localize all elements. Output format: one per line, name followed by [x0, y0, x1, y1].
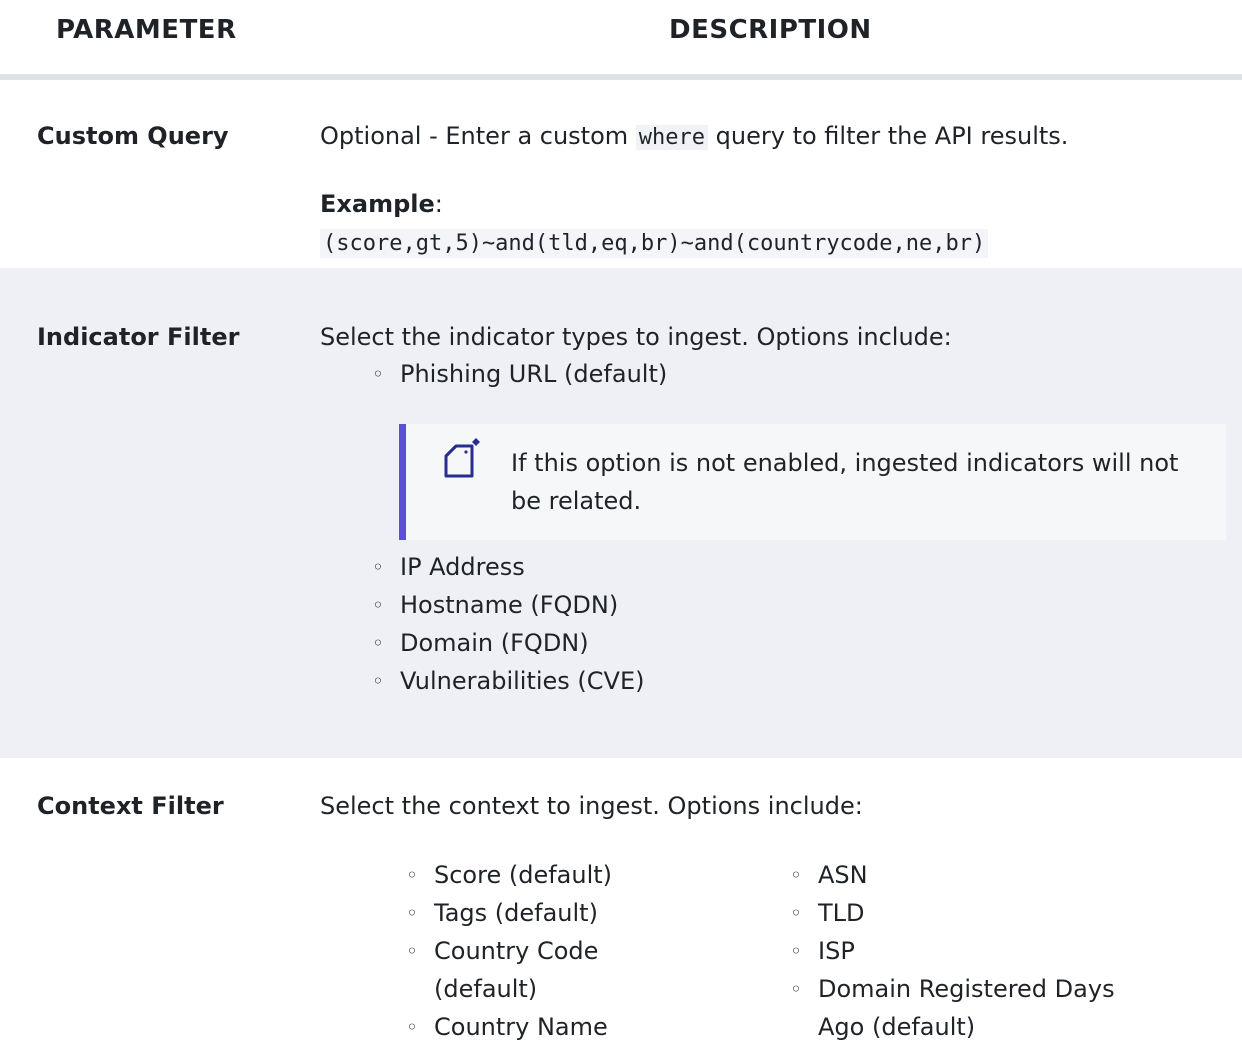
example-label: Example	[320, 190, 435, 218]
options-list-col1: Score (default) Tags (default) Country C…	[406, 856, 706, 1046]
list-item: Score (default)	[406, 856, 706, 894]
list-item: Phishing URL (default)	[372, 355, 667, 393]
list-item: ISP	[790, 932, 1170, 970]
colon: :	[434, 190, 443, 218]
list-item: Domain (FQDN)	[372, 624, 645, 662]
table-row-custom-query: Custom Query Optional - Enter a custom w…	[0, 80, 1242, 268]
table-row-context-filter: Context Filter Select the context to ing…	[0, 758, 1242, 1046]
example-code: (score,gt,5)~and(tld,eq,br)~and(countryc…	[320, 229, 989, 258]
desc-text: query to filter the API results.	[715, 122, 1069, 150]
note-icon	[444, 438, 480, 478]
note-text: If this option is not enabled, ingested …	[511, 449, 1179, 515]
example-code-line: (score,gt,5)~and(tld,eq,br)~and(countryc…	[320, 228, 989, 258]
note-callout: If this option is not enabled, ingested …	[399, 424, 1226, 540]
parameters-table: PARAMETER DESCRIPTION Custom Query Optio…	[0, 0, 1242, 1046]
list-item: TLD	[790, 894, 1170, 932]
param-name: Custom Query	[37, 122, 229, 150]
param-name: Indicator Filter	[37, 323, 240, 351]
desc-text: Optional - Enter a custom	[320, 122, 629, 150]
example-block: Example:	[320, 190, 443, 218]
param-name: Context Filter	[37, 792, 224, 820]
list-item: Hostname (FQDN)	[372, 586, 645, 624]
table-header: PARAMETER DESCRIPTION	[0, 0, 1242, 80]
list-item: Country Name	[406, 1008, 706, 1046]
list-item: IP Address	[372, 548, 645, 586]
list-item: ASN	[790, 856, 1170, 894]
options-list: Phishing URL (default)	[372, 355, 667, 393]
options-list-col2: ASN TLD ISP Domain Registered Days Ago (…	[790, 856, 1170, 1046]
param-description: Select the indicator types to ingest. Op…	[320, 323, 952, 351]
list-item: Country Code (default)	[406, 932, 674, 1008]
inline-code: where	[635, 125, 709, 150]
param-description: Select the context to ingest. Options in…	[320, 792, 863, 820]
table-row-indicator-filter: Indicator Filter Select the indicator ty…	[0, 268, 1242, 758]
param-description: Optional - Enter a custom where query to…	[320, 122, 1068, 150]
header-description: DESCRIPTION	[669, 15, 872, 45]
list-item: Vulnerabilities (CVE)	[372, 662, 645, 700]
options-list: IP Address Hostname (FQDN) Domain (FQDN)…	[372, 548, 645, 700]
list-item: Domain Registered Days Ago (default)	[790, 970, 1148, 1046]
header-parameter: PARAMETER	[56, 15, 237, 45]
list-item: Tags (default)	[406, 894, 706, 932]
